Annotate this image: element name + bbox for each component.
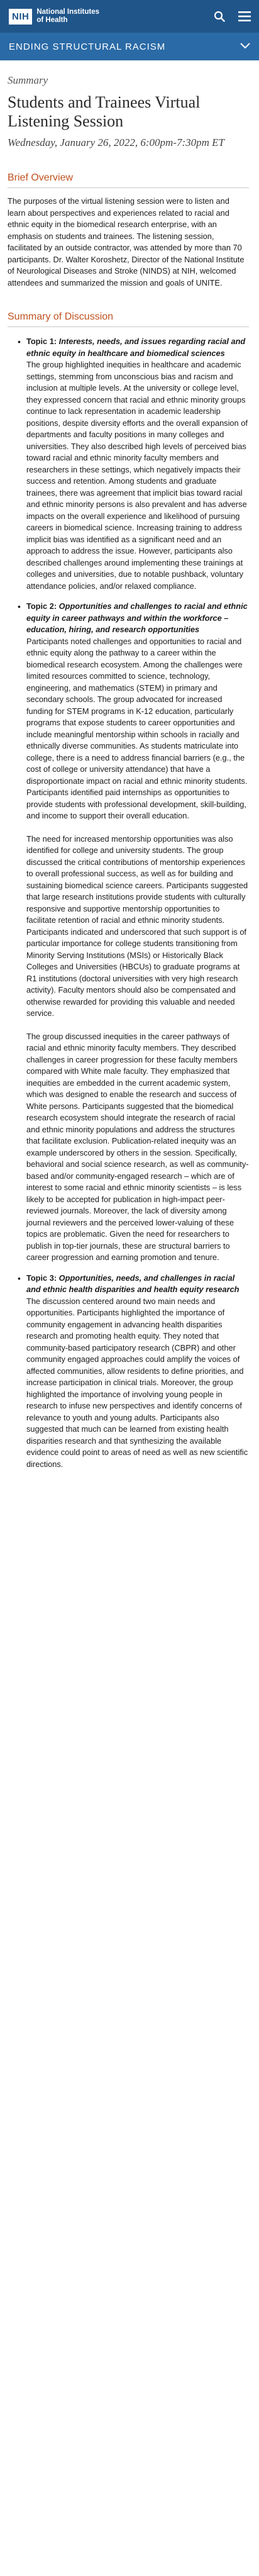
- nih-logo-text: National Institutes of Health: [36, 8, 99, 25]
- nih-logo-mark: NIH: [9, 8, 33, 25]
- main-content: Summary Students and Trainees Virtual Li…: [0, 74, 259, 1470]
- topic-paragraph: The need for increased mentorship opport…: [26, 834, 248, 1018]
- topic-label: Topic 1:: [26, 337, 57, 346]
- logo-line-1: National Institutes: [36, 8, 100, 16]
- site-header: NIH National Institutes of Health: [0, 0, 259, 33]
- topic-title: Opportunities and challenges to racial a…: [26, 601, 248, 634]
- topic-item: Topic 1: Interests, needs, and issues re…: [8, 336, 249, 592]
- topic-paragraph: The group discussed inequities in the ca…: [26, 1031, 249, 1263]
- topic-title: Interests, needs, and issues regarding r…: [26, 337, 246, 358]
- brief-overview-text: The purposes of the virtual listening se…: [8, 196, 245, 287]
- search-icon[interactable]: [212, 9, 226, 23]
- topic-paragraph: The group highlighted inequities in heal…: [26, 360, 248, 591]
- nih-logo[interactable]: NIH National Institutes of Health: [9, 8, 99, 25]
- topic-heading: Topic 1: Interests, needs, and issues re…: [26, 336, 249, 359]
- logo-line-2: of Health: [36, 16, 68, 24]
- topic-heading: Topic 3: Opportunities, needs, and chall…: [26, 1273, 249, 1296]
- menu-icon[interactable]: [238, 9, 251, 23]
- topic-label: Topic 3:: [26, 1273, 57, 1283]
- section-title: ENDING STRUCTURAL RACISM: [9, 41, 166, 52]
- page-eyebrow: Summary: [8, 74, 48, 86]
- topic-heading: Topic 2: Opportunities and challenges to…: [26, 601, 249, 636]
- topic-item: Topic 3: Opportunities, needs, and chall…: [8, 1273, 249, 1471]
- event-date: Wednesday, January 26, 2022, 6:00pm-7:30…: [8, 137, 224, 148]
- topic-label: Topic 2:: [26, 601, 57, 611]
- chevron-down-icon: [240, 41, 250, 52]
- topic-list: Topic 1: Interests, needs, and issues re…: [8, 336, 249, 1470]
- brief-overview-heading: Brief Overview: [8, 172, 249, 188]
- summary-heading: Summary of Discussion: [8, 311, 249, 327]
- header-actions: [212, 9, 251, 23]
- topic-paragraph: Participants noted challenges and opport…: [26, 636, 248, 821]
- topic-paragraph: The discussion centered around two main …: [26, 1296, 248, 1469]
- page-title: Students and Trainees Virtual Listening …: [8, 93, 201, 130]
- section-nav-toggle[interactable]: ENDING STRUCTURAL RACISM: [0, 33, 259, 60]
- topic-item: Topic 2: Opportunities and challenges to…: [8, 601, 249, 1264]
- topic-title: Opportunities, needs, and challenges in …: [26, 1273, 240, 1295]
